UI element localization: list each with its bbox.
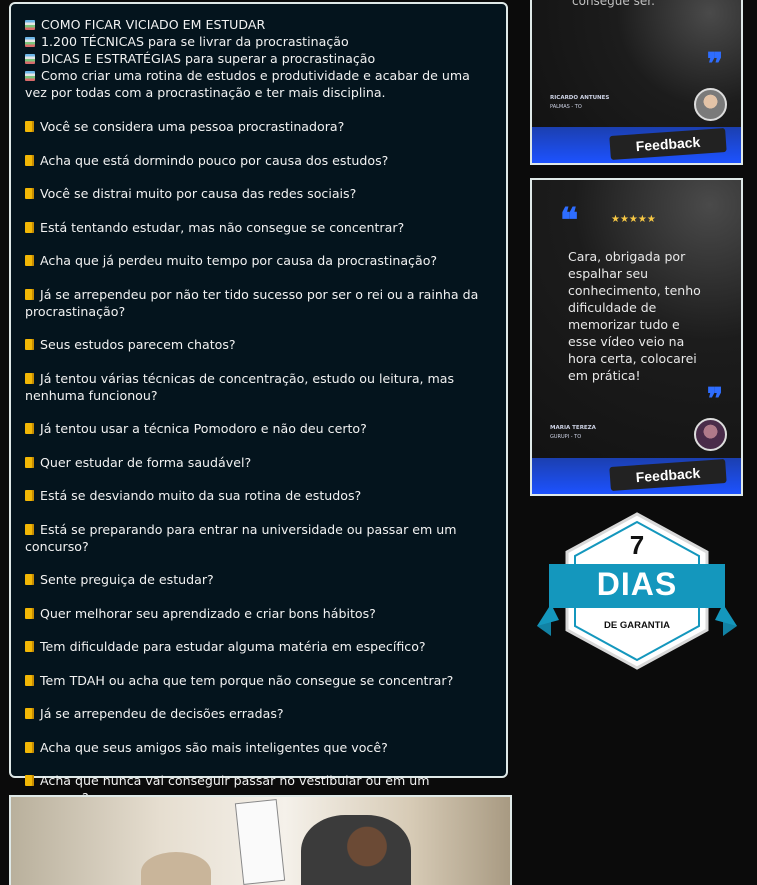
guarantee-label: DE GARANTIA bbox=[604, 620, 670, 631]
avatar bbox=[694, 88, 727, 121]
intro-line: Como criar uma rotina de estudos e produ… bbox=[25, 68, 470, 100]
question-item: Você se distrai muito por causa das rede… bbox=[25, 185, 492, 202]
man-shape bbox=[301, 815, 411, 885]
notebook-icon bbox=[25, 574, 34, 585]
testimonial-card: ❝ ★★★★★ Cara, obrigada por espalhar seu … bbox=[530, 178, 743, 496]
question-item: Você se considera uma pessoa procrastina… bbox=[25, 118, 492, 135]
notebook-icon bbox=[25, 708, 34, 719]
hero-photo bbox=[9, 795, 512, 885]
question-item: Tem dificuldade para estudar alguma maté… bbox=[25, 638, 492, 655]
testimonial-text: Cara, obrigada por espalhar seu conhecim… bbox=[568, 249, 701, 383]
testimonial-author: MARIA TEREZA bbox=[550, 425, 596, 431]
notebook-icon bbox=[25, 221, 34, 233]
question-item: Já tentou várias técnicas de concentraçã… bbox=[25, 370, 455, 403]
testimonial-author: RICARDO ANTUNES bbox=[550, 95, 610, 101]
notebook-icon bbox=[25, 255, 34, 266]
notebook-icon bbox=[25, 339, 34, 350]
question-item: Já se arrependeu de decisões erradas? bbox=[25, 705, 492, 722]
books-icon bbox=[25, 37, 35, 47]
question-item: Tem TDAH ou acha que tem porque não cons… bbox=[25, 672, 492, 689]
testimonial-card: consegue ser. ❞ RICARDO ANTUNES PALMAS -… bbox=[530, 0, 743, 165]
books-icon bbox=[25, 20, 35, 30]
notebook-icon bbox=[25, 523, 34, 535]
question-item: Quer estudar de forma saudável? bbox=[25, 454, 492, 471]
question-item: Seus estudos parecem chatos? bbox=[25, 336, 492, 353]
notebook-icon bbox=[25, 674, 34, 686]
quote-open-icon: ❝ bbox=[560, 201, 579, 241]
quote-close-icon: ❞ bbox=[706, 47, 723, 82]
star-rating: ★★★★★ bbox=[611, 214, 656, 225]
notebook-icon bbox=[25, 188, 34, 199]
intro-line: DICAS E ESTRATÉGIAS para superar a procr… bbox=[25, 50, 492, 67]
guarantee-number: 7 bbox=[629, 530, 645, 560]
question-item: Está tentando estudar, mas não consegue … bbox=[25, 219, 492, 236]
guarantee-badge: 7 DIAS DE GARANTIA bbox=[537, 512, 737, 672]
notebook-icon bbox=[25, 641, 34, 652]
question-item: Já tentou usar a técnica Pomodoro e não … bbox=[25, 420, 492, 437]
quote-close-icon: ❞ bbox=[706, 382, 723, 417]
notebook-icon bbox=[25, 121, 34, 132]
notebook-icon bbox=[25, 741, 34, 753]
avatar bbox=[694, 418, 727, 451]
question-item: Acha que está dormindo pouco por causa d… bbox=[25, 152, 492, 169]
testimonial-city: GURUPI - TO bbox=[550, 434, 582, 440]
notebook-icon bbox=[25, 288, 34, 300]
intro-line: 1.200 TÉCNICAS para se livrar da procras… bbox=[25, 33, 492, 50]
question-item: Já se arrependeu por não ter tido sucess… bbox=[25, 286, 479, 319]
dog-shape bbox=[141, 852, 211, 885]
books-icon bbox=[25, 71, 35, 81]
notebook-icon bbox=[25, 456, 34, 468]
question-item: Está se desviando muito da sua rotina de… bbox=[25, 487, 492, 504]
question-item: Quer melhorar seu aprendizado e criar bo… bbox=[25, 605, 492, 622]
newspaper-shape bbox=[234, 799, 286, 885]
question-item: Acha que já perdeu muito tempo por causa… bbox=[25, 252, 492, 269]
question-item: Está se preparando para entrar na univer… bbox=[25, 521, 457, 554]
books-icon bbox=[25, 54, 35, 64]
question-item: Sente preguiça de estudar? bbox=[25, 571, 492, 588]
notebook-icon bbox=[25, 372, 34, 384]
notebook-icon bbox=[25, 423, 34, 434]
question-list: Você se considera uma pessoa procrastina… bbox=[25, 118, 492, 806]
question-item: Acha que seus amigos são mais inteligent… bbox=[25, 739, 492, 756]
notebook-icon bbox=[25, 607, 34, 619]
notebook-icon bbox=[25, 154, 34, 166]
content-panel: COMO FICAR VICIADO EM ESTUDAR 1.200 TÉCN… bbox=[9, 2, 508, 805]
notebook-icon bbox=[25, 775, 34, 786]
testimonial-city: PALMAS - TO bbox=[550, 104, 582, 110]
testimonial-text: consegue ser. bbox=[572, 0, 655, 8]
guarantee-word: DIAS bbox=[596, 566, 678, 602]
notebook-icon bbox=[25, 490, 34, 501]
intro-line: COMO FICAR VICIADO EM ESTUDAR bbox=[25, 16, 492, 33]
